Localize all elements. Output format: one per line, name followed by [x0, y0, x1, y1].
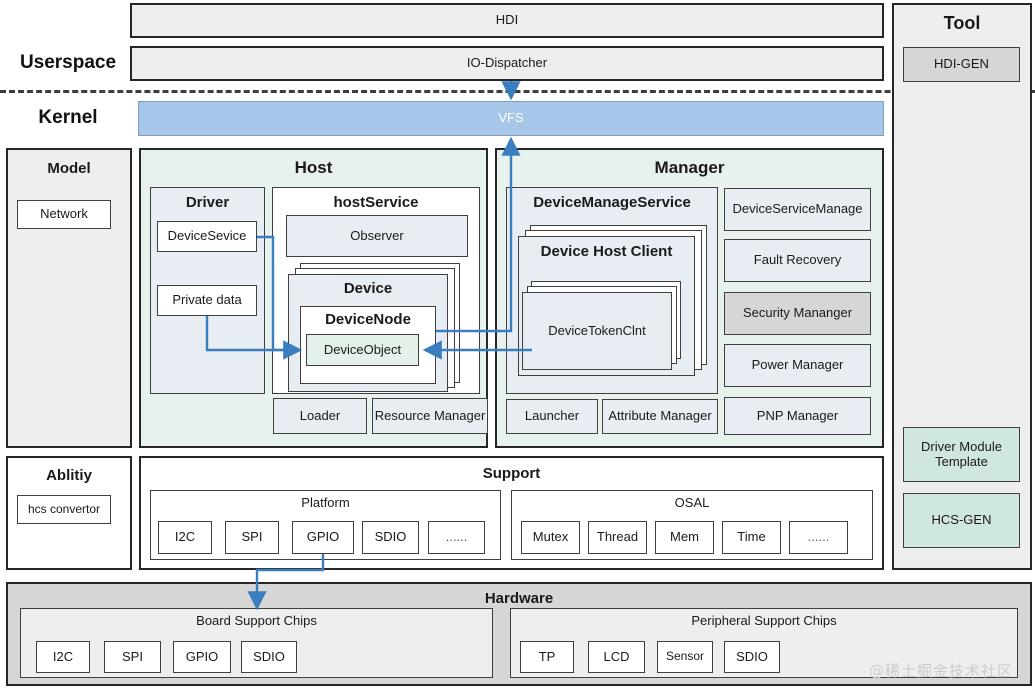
platform-item-sdio[interactable]: SDIO	[362, 521, 419, 554]
ability-item-hcs-convertor[interactable]: hcs convertor	[17, 495, 111, 524]
osal-item-thread[interactable]: Thread	[588, 521, 647, 554]
peripheral-item-sensor[interactable]: Sensor	[657, 641, 713, 673]
osal-item-mem[interactable]: Mem	[655, 521, 714, 554]
board-item-gpio[interactable]: GPIO	[173, 641, 231, 673]
device-object-box[interactable]: DeviceObject	[306, 334, 419, 366]
userspace-kernel-divider	[0, 90, 1035, 93]
tool-item-hdi-gen[interactable]: HDI-GEN	[903, 47, 1020, 82]
platform-item-i2c[interactable]: I2C	[158, 521, 212, 554]
vfs-bar: VFS	[138, 101, 884, 136]
device-title: Device	[343, 280, 393, 297]
host-service-title: hostService	[333, 194, 419, 211]
io-dispatcher-bar: IO-Dispatcher	[130, 46, 884, 81]
hdi-bar: HDI	[130, 3, 884, 38]
layer-label-userspace: Userspace	[19, 52, 117, 73]
tool-item-driver-module-template[interactable]: Driver Module Template	[903, 427, 1020, 482]
tool-panel: Tool	[892, 3, 1032, 570]
manager-item-power-manager[interactable]: Power Manager	[724, 344, 871, 387]
manager-bottom-launcher[interactable]: Launcher	[506, 399, 598, 434]
board-item-sdio[interactable]: SDIO	[241, 641, 297, 673]
ability-title: Ablitiy	[46, 467, 92, 484]
host-bottom-loader[interactable]: Loader	[273, 398, 367, 434]
osal-item-mutex[interactable]: Mutex	[521, 521, 580, 554]
host-title: Host	[294, 158, 333, 177]
driver-item-private-data[interactable]: Private data	[157, 285, 257, 316]
platform-item-spi[interactable]: SPI	[225, 521, 279, 554]
manager-item-security-mananger[interactable]: Security Mananger	[724, 292, 871, 335]
layer-label-kernel: Kernel	[38, 107, 98, 128]
driver-item-devicesevice[interactable]: DeviceSevice	[157, 221, 257, 252]
model-item-network[interactable]: Network	[17, 200, 111, 229]
support-title: Support	[482, 465, 541, 482]
board-support-chips-title: Board Support Chips	[196, 613, 317, 628]
peripheral-item-lcd[interactable]: LCD	[588, 641, 645, 673]
board-item-i2c[interactable]: I2C	[36, 641, 90, 673]
platform-title: Platform	[301, 495, 350, 510]
device-host-client-title: Device Host Client	[540, 243, 673, 260]
manager-item-pnp-manager[interactable]: PNP Manager	[724, 397, 871, 435]
tool-title: Tool	[943, 13, 981, 33]
osal-title: OSAL	[674, 495, 710, 510]
observer-box[interactable]: Observer	[286, 215, 468, 257]
manager-item-fault-recovery[interactable]: Fault Recovery	[724, 239, 871, 282]
device-manage-service-title: DeviceManageService	[533, 194, 691, 211]
device-token-clnt-box[interactable]: DeviceTokenClnt	[522, 292, 672, 370]
peripheral-item-tp[interactable]: TP	[520, 641, 574, 673]
osal-item-time[interactable]: Time	[722, 521, 781, 554]
host-bottom-resource-manager[interactable]: Resource Manager	[372, 398, 488, 434]
peripheral-support-chips-title: Peripheral Support Chips	[691, 613, 837, 628]
osal-item-more[interactable]: ......	[789, 521, 848, 554]
model-panel: Model	[6, 148, 132, 448]
platform-item-gpio[interactable]: GPIO	[292, 521, 354, 554]
device-node-title: DeviceNode	[325, 311, 411, 328]
watermark: @稀土掘金技术社区	[869, 662, 1014, 680]
manager-item-deviceservicemanage[interactable]: DeviceServiceManage	[724, 188, 871, 231]
manager-bottom-attribute-manager[interactable]: Attribute Manager	[602, 399, 718, 434]
manager-title: Manager	[654, 158, 725, 177]
board-item-spi[interactable]: SPI	[104, 641, 161, 673]
model-title: Model	[47, 160, 91, 177]
tool-item-hcs-gen[interactable]: HCS-GEN	[903, 493, 1020, 548]
platform-item-more[interactable]: ......	[428, 521, 485, 554]
hardware-title: Hardware	[484, 590, 554, 607]
peripheral-item-sdio[interactable]: SDIO	[724, 641, 780, 673]
driver-title: Driver	[185, 194, 230, 211]
